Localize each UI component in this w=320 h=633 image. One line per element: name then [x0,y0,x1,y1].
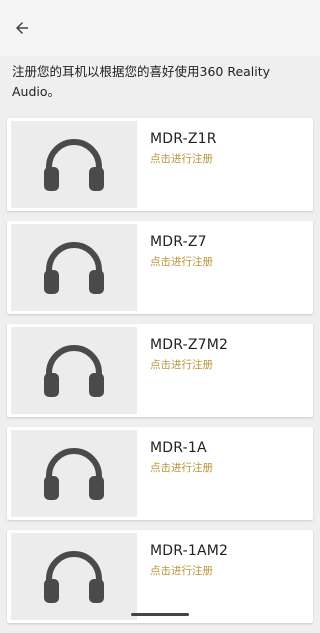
device-thumbnail [11,121,137,208]
home-indicator[interactable] [131,613,189,616]
device-card[interactable]: MDR-1A 点击进行注册 [7,427,313,520]
headphones-icon [44,447,104,500]
register-link[interactable]: 点击进行注册 [150,563,213,578]
device-card[interactable]: MDR-1AM2 点击进行注册 [7,530,313,623]
device-list: MDR-Z1R 点击进行注册 MDR-Z7 点击进行注册 MDR-Z7M2 点击… [0,118,320,633]
device-thumbnail [11,430,137,517]
device-thumbnail [11,224,137,311]
arrow-left-icon [16,22,28,34]
device-name: MDR-1AM2 [150,543,229,559]
device-thumbnail [11,327,137,414]
device-card[interactable]: MDR-Z7 点击进行注册 [7,221,313,314]
register-link[interactable]: 点击进行注册 [150,254,213,269]
device-name: MDR-Z7M2 [150,337,229,353]
device-thumbnail [11,533,137,620]
device-name: MDR-1A [150,440,207,456]
device-name: MDR-Z7 [150,234,207,250]
back-button[interactable] [8,14,36,42]
device-name: MDR-Z1R [150,131,217,147]
device-card[interactable]: MDR-Z7M2 点击进行注册 [7,324,313,417]
headphones-icon [44,550,104,603]
headphones-icon [44,241,104,294]
register-link[interactable]: 点击进行注册 [150,460,213,475]
headphones-icon [44,138,104,191]
register-link[interactable]: 点击进行注册 [150,151,213,166]
device-card[interactable]: MDR-Z1R 点击进行注册 [7,118,313,211]
intro-text: 注册您的耳机以根据您的喜好使用360 Reality Audio。 [12,64,271,99]
register-link[interactable]: 点击进行注册 [150,357,213,372]
headphones-icon [44,344,104,397]
top-app-bar [0,0,320,56]
